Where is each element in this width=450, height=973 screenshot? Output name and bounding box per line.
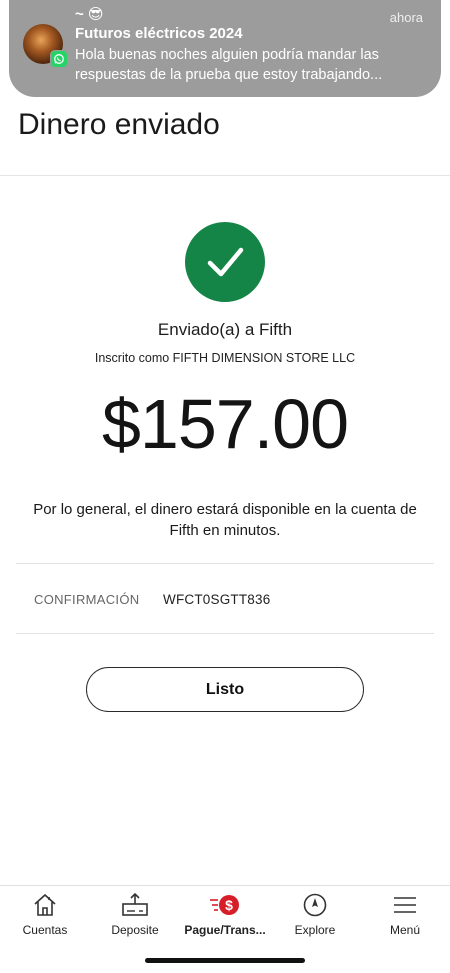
nav-item-explore[interactable]: Explore xyxy=(270,886,360,946)
pay-transfer-icon: $ xyxy=(180,892,270,918)
nav-label-menu: Menú xyxy=(389,923,421,937)
confirmation-label: CONFIRMACIÓN xyxy=(34,592,140,607)
nav-item-menu[interactable]: Menú xyxy=(360,886,450,946)
done-button[interactable]: Listo xyxy=(86,667,364,712)
nav-label-deposit: Deposite xyxy=(111,923,159,937)
home-indicator[interactable] xyxy=(145,958,305,963)
notification-title: Futuros eléctricos 2024 xyxy=(75,25,243,42)
confirmation-bottom-divider xyxy=(16,633,434,634)
amount-sent: $157.00 xyxy=(101,385,349,463)
notification-message: Hola buenas noches alguien podría mandar… xyxy=(75,47,383,83)
nav-label-pay-transfer: Pague/Trans... xyxy=(184,923,266,937)
notification-sender: ~ 😎 xyxy=(75,6,104,23)
page-title: Dinero enviado xyxy=(18,108,220,141)
nav-item-deposit[interactable]: Deposite xyxy=(90,886,180,946)
svg-text:$: $ xyxy=(225,897,233,913)
deposit-icon xyxy=(90,892,180,918)
notification-time: ahora xyxy=(389,10,423,25)
enrolled-as-text: Inscrito como FIFTH DIMENSION STORE LLC xyxy=(94,351,356,365)
availability-note: Por lo general, el dinero estará disponi… xyxy=(33,501,417,539)
checkmark-icon xyxy=(207,247,244,277)
notification-banner[interactable]: ~ 😎 Futuros eléctricos 2024 ahora Hola b… xyxy=(9,0,441,97)
nav-item-pay-transfer[interactable]: $ Pague/Trans... xyxy=(180,886,270,946)
nav-label-explore: Explore xyxy=(294,923,336,937)
nav-item-accounts[interactable]: Cuentas xyxy=(0,886,90,946)
success-badge xyxy=(185,222,265,302)
recipient-text: Enviado(a) a Fifth xyxy=(157,320,293,339)
header-divider xyxy=(0,175,450,176)
compass-icon xyxy=(270,892,360,918)
home-icon xyxy=(0,892,90,918)
menu-icon xyxy=(360,892,450,918)
nav-label-accounts: Cuentas xyxy=(22,923,68,937)
confirmation-top-divider xyxy=(16,563,434,564)
confirmation-number: WFCT0SGTT836 xyxy=(163,592,271,607)
whatsapp-icon xyxy=(50,50,68,68)
